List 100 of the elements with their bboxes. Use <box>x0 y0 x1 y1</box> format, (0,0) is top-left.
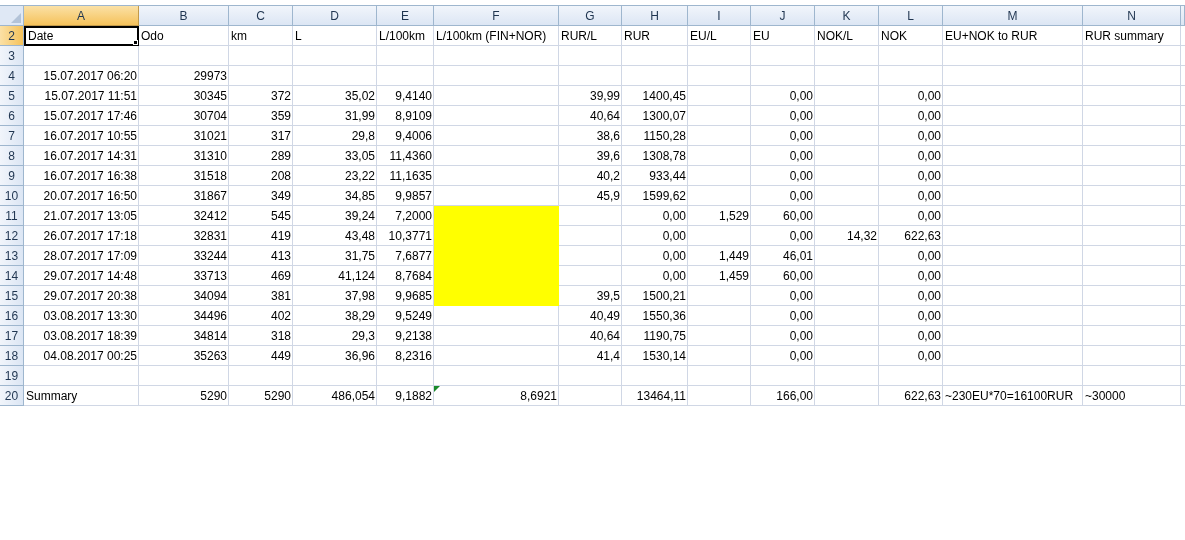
column-header[interactable]: J <box>751 6 815 26</box>
table-cell-text: NOK/L <box>816 28 854 45</box>
table-cell-text: 9,4006 <box>394 128 433 145</box>
table-cell-text: RUR <box>623 28 651 45</box>
row-header[interactable]: 17 <box>0 326 24 346</box>
table-cell-text: 35263 <box>192 348 228 365</box>
row-header[interactable]: 14 <box>0 266 24 286</box>
table-cell-text: 0,00 <box>788 188 814 205</box>
table-cell-text: EU+NOK to RUR <box>944 28 1039 45</box>
table-cell-text: 545 <box>269 208 292 225</box>
table-cell-text: 40,49 <box>588 308 621 325</box>
table-cell-text: 33713 <box>192 268 228 285</box>
table-cell-text: NOK <box>880 28 908 45</box>
column-header[interactable]: F <box>434 6 559 26</box>
column-header[interactable]: N <box>1083 6 1181 26</box>
table-cell-text: 0,00 <box>788 148 814 165</box>
table-cell-text: 31518 <box>192 168 228 185</box>
table-cell-text: 13464,11 <box>635 388 687 405</box>
table-cell-text: 5290 <box>263 388 292 405</box>
table-cell-text: 0,00 <box>916 248 942 265</box>
table-cell-text: Odo <box>140 28 165 45</box>
row-header[interactable]: 5 <box>0 86 24 106</box>
table-cell-text: 0,00 <box>788 328 814 345</box>
column-header[interactable]: H <box>622 6 688 26</box>
table-cell-text: 41,124 <box>337 268 376 285</box>
table-cell-text: ~30000 <box>1084 388 1127 405</box>
table-cell-text: 0,00 <box>916 188 942 205</box>
table-cell-text: 372 <box>269 88 292 105</box>
table-cell-text: 381 <box>269 288 292 305</box>
table-cell-text: 359 <box>269 108 292 125</box>
row-header[interactable]: 8 <box>0 146 24 166</box>
table-cell-text: 0,00 <box>916 308 942 325</box>
table-cell-text: 33,05 <box>343 148 376 165</box>
table-cell-text: 9,1882 <box>394 388 433 405</box>
column-header[interactable]: M <box>943 6 1083 26</box>
row-header[interactable]: 18 <box>0 346 24 366</box>
row-header[interactable]: 4 <box>0 66 24 86</box>
table-cell-text: ~230EU*70=16100RUR <box>944 388 1075 405</box>
table-cell-text: 1,449 <box>717 248 750 265</box>
table-cell-text: 0,00 <box>788 308 814 325</box>
column-header[interactable]: L <box>879 6 943 26</box>
row-header[interactable]: 15 <box>0 286 24 306</box>
table-cell-text: 1599,62 <box>641 188 687 205</box>
table-cell-text: 317 <box>269 128 292 145</box>
table-cell-text: 11,1635 <box>388 168 433 185</box>
table-cell-text: 0,00 <box>916 168 942 185</box>
table-cell-text: 41,4 <box>595 348 621 365</box>
table-cell-text: 0,00 <box>788 108 814 125</box>
row-header[interactable]: 19 <box>0 366 24 386</box>
table-cell-text: 1,459 <box>717 268 750 285</box>
column-header[interactable]: D <box>293 6 377 26</box>
column-header[interactable]: A <box>24 6 139 26</box>
table-cell-text: RUR summary <box>1084 28 1165 45</box>
fill-handle[interactable] <box>133 40 138 45</box>
table-cell-text: 40,2 <box>595 168 621 185</box>
table-cell-text: 34,85 <box>343 188 376 205</box>
table-cell-text: L <box>294 28 303 45</box>
table-cell-text: 46,01 <box>781 248 814 265</box>
table-cell-text: 39,99 <box>588 88 621 105</box>
row-header[interactable]: 10 <box>0 186 24 206</box>
row-header[interactable]: 6 <box>0 106 24 126</box>
row-header[interactable]: 12 <box>0 226 24 246</box>
table-cell-text: EU/L <box>689 28 718 45</box>
column-header[interactable]: I <box>688 6 751 26</box>
column-header[interactable]: G <box>559 6 622 26</box>
table-cell-text: 29,3 <box>350 328 376 345</box>
table-cell-text: RUR/L <box>560 28 598 45</box>
table-cell-text: 33244 <box>192 248 228 265</box>
column-header[interactable]: B <box>139 6 229 26</box>
table-cell-text: 16.07.2017 16:38 <box>42 168 138 185</box>
table-cell-text: 7,2000 <box>394 208 433 225</box>
row-header[interactable]: 16 <box>0 306 24 326</box>
table-cell-text: Summary <box>25 388 79 405</box>
row-header[interactable]: 7 <box>0 126 24 146</box>
table-cell-text: 39,5 <box>595 288 621 305</box>
table-cell-text: 45,9 <box>595 188 621 205</box>
row-header[interactable]: 3 <box>0 46 24 66</box>
row-header[interactable]: 2 <box>0 26 24 46</box>
table-cell-text: 37,98 <box>343 288 376 305</box>
table-cell-text: 9,5249 <box>394 308 433 325</box>
column-header[interactable]: K <box>815 6 879 26</box>
table-cell-text: 26.07.2017 17:18 <box>42 228 138 245</box>
table-cell-text: 0,00 <box>916 348 942 365</box>
table-cell-text: 36,96 <box>343 348 376 365</box>
column-header[interactable]: C <box>229 6 293 26</box>
table-cell-text: 35,02 <box>343 88 376 105</box>
table-cell-text: 34496 <box>192 308 228 325</box>
table-cell-text: 419 <box>269 228 292 245</box>
select-all-corner[interactable] <box>0 6 24 26</box>
table-cell-text: 03.08.2017 18:39 <box>42 328 138 345</box>
row-header[interactable]: 13 <box>0 246 24 266</box>
table-cell-text: 15.07.2017 17:46 <box>42 108 138 125</box>
row-header[interactable]: 11 <box>0 206 24 226</box>
table-cell-text: 29.07.2017 20:38 <box>42 288 138 305</box>
table-cell-text: 9,9685 <box>394 288 433 305</box>
row-header[interactable]: 20 <box>0 386 24 406</box>
row-header[interactable]: 9 <box>0 166 24 186</box>
column-header[interactable]: E <box>377 6 434 26</box>
table-cell-text: 32831 <box>192 228 228 245</box>
table-cell-text: 5290 <box>199 388 228 405</box>
